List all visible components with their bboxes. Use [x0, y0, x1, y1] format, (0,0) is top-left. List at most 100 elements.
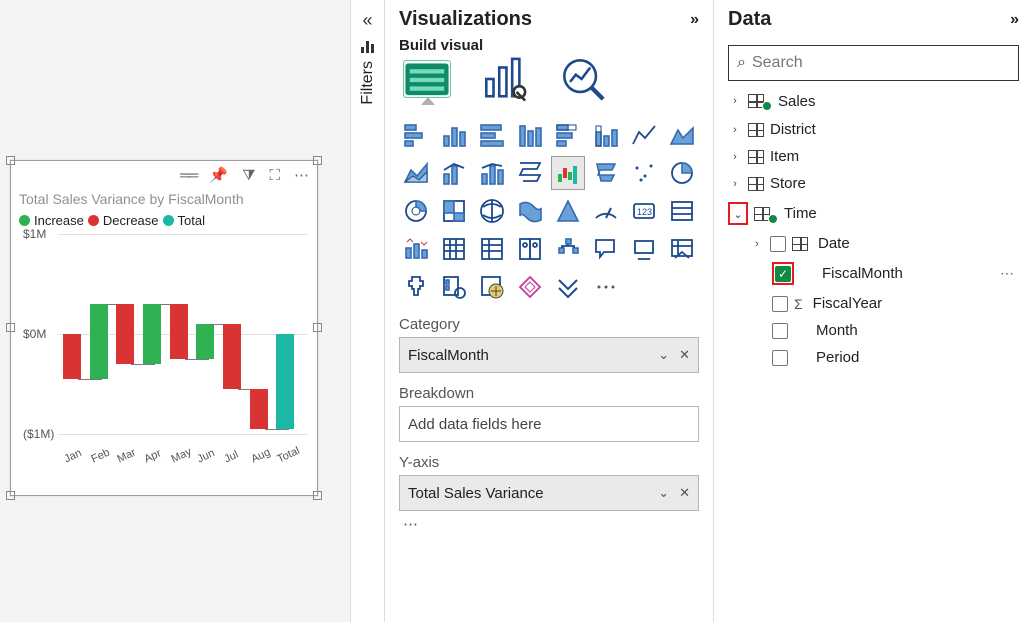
table-row[interactable]: ›Item — [728, 148, 1019, 165]
viz-type-button[interactable] — [665, 232, 699, 266]
visual-focus-icon[interactable]: ⛶ — [269, 167, 280, 184]
viz-type-button[interactable] — [627, 232, 661, 266]
tab-analytics[interactable] — [559, 60, 607, 98]
column-row[interactable]: Month — [728, 322, 1019, 339]
data-search-input[interactable] — [752, 54, 1010, 72]
viz-type-button[interactable] — [475, 232, 509, 266]
viz-type-button[interactable] — [399, 156, 433, 190]
waterfall-bar[interactable] — [223, 234, 241, 434]
resize-handle-e[interactable] — [313, 323, 322, 332]
viz-type-button[interactable] — [589, 194, 623, 228]
viz-type-button[interactable] — [665, 156, 699, 190]
viz-type-button[interactable] — [399, 270, 433, 304]
viz-type-button[interactable] — [437, 270, 471, 304]
column-row[interactable]: ✓FiscalMonth⋯ — [728, 262, 1019, 285]
yaxis-field-well[interactable]: Total Sales Variance ⌄ ✕ — [399, 475, 699, 511]
waterfall-bar[interactable] — [196, 234, 214, 434]
chevron-right-icon[interactable]: › — [728, 151, 742, 163]
viz-type-button[interactable] — [437, 156, 471, 190]
viz-type-button[interactable] — [551, 232, 585, 266]
remove-field-icon[interactable]: ✕ — [679, 347, 690, 363]
column-row[interactable]: ›Date — [728, 235, 1019, 252]
visual-filter-icon[interactable]: ⧩ — [242, 167, 255, 184]
breakdown-field-well[interactable]: Add data fields here — [399, 406, 699, 442]
chevron-right-icon[interactable]: › — [750, 238, 764, 250]
waterfall-bar[interactable] — [63, 234, 81, 434]
viz-type-button[interactable] — [437, 194, 471, 228]
chevron-right-icon[interactable]: › — [728, 95, 742, 107]
viz-type-button[interactable] — [399, 118, 433, 152]
field-checkbox[interactable] — [772, 350, 788, 366]
viz-type-button[interactable] — [399, 232, 433, 266]
viz-type-button[interactable] — [513, 194, 547, 228]
collapse-visualizations-icon[interactable]: » — [690, 11, 699, 29]
field-checkbox[interactable] — [772, 296, 788, 312]
viz-type-button[interactable] — [399, 194, 433, 228]
resize-handle-se[interactable] — [313, 491, 322, 500]
viz-type-button[interactable] — [589, 232, 623, 266]
visual-pin-icon[interactable]: 📌 — [209, 166, 228, 184]
field-checkbox[interactable] — [770, 236, 786, 252]
viz-type-button[interactable] — [627, 156, 661, 190]
remove-field-icon[interactable]: ✕ — [679, 485, 690, 501]
report-canvas[interactable]: ══ 📌 ⧩ ⛶ ⋯ Total Sales Variance by Fisca… — [0, 0, 350, 622]
viz-type-button[interactable] — [513, 232, 547, 266]
category-field-well[interactable]: FiscalMonth ⌄ ✕ — [399, 337, 699, 373]
viz-type-button[interactable] — [589, 270, 623, 304]
field-checkbox[interactable]: ✓ — [775, 266, 791, 282]
viz-type-button[interactable] — [627, 118, 661, 152]
viz-type-button[interactable] — [551, 270, 585, 304]
viz-type-button[interactable] — [475, 270, 509, 304]
breakdown-placeholder: Add data fields here — [408, 416, 541, 433]
chevron-down-icon[interactable]: ⌄ — [658, 347, 669, 363]
table-row[interactable]: ›Store — [728, 175, 1019, 192]
visual-drilldown-icon[interactable]: ══ — [180, 167, 195, 184]
waterfall-bar[interactable] — [90, 234, 108, 434]
visual-more-icon[interactable]: ⋯ — [294, 166, 309, 184]
data-search-box[interactable]: ⌕ — [728, 45, 1019, 81]
more-options-icon[interactable]: ⋯ — [399, 515, 699, 533]
chevron-down-icon[interactable]: ⌄ — [731, 208, 745, 221]
expand-pane-icon[interactable]: « — [362, 10, 372, 31]
waterfall-bar[interactable] — [250, 234, 268, 434]
column-row[interactable]: Period — [728, 349, 1019, 366]
tab-format-visual[interactable] — [481, 60, 529, 98]
resize-handle-ne[interactable] — [313, 156, 322, 165]
resize-handle-w[interactable] — [6, 323, 15, 332]
viz-type-button[interactable] — [437, 232, 471, 266]
chevron-right-icon[interactable]: › — [728, 178, 742, 190]
viz-type-button[interactable] — [513, 118, 547, 152]
viz-type-button[interactable] — [475, 156, 509, 190]
waterfall-bar[interactable] — [170, 234, 188, 434]
viz-type-button[interactable] — [437, 118, 471, 152]
viz-type-button[interactable]: 123 — [627, 194, 661, 228]
resize-handle-sw[interactable] — [6, 491, 15, 500]
viz-type-button[interactable] — [551, 118, 585, 152]
column-row[interactable]: ΣFiscalYear — [728, 295, 1019, 312]
viz-type-button[interactable] — [551, 156, 585, 190]
resize-handle-nw[interactable] — [6, 156, 15, 165]
field-checkbox[interactable] — [772, 323, 788, 339]
waterfall-bar[interactable] — [143, 234, 161, 434]
viz-type-button[interactable] — [551, 194, 585, 228]
waterfall-bar[interactable] — [116, 234, 134, 434]
viz-type-button[interactable] — [475, 194, 509, 228]
table-row[interactable]: ›Sales — [728, 91, 1019, 111]
column-more-icon[interactable]: ⋯ — [1000, 265, 1019, 282]
tab-build-visual[interactable] — [403, 60, 451, 98]
filters-pane-collapsed[interactable]: « Filters — [350, 0, 385, 622]
viz-type-button[interactable] — [589, 118, 623, 152]
viz-type-button[interactable] — [513, 156, 547, 190]
waterfall-bar[interactable] — [276, 234, 294, 434]
viz-type-button[interactable] — [475, 118, 509, 152]
viz-type-button[interactable] — [665, 118, 699, 152]
viz-type-button[interactable] — [665, 194, 699, 228]
waterfall-visual[interactable]: ══ 📌 ⧩ ⛶ ⋯ Total Sales Variance by Fisca… — [10, 160, 318, 496]
viz-type-button[interactable] — [589, 156, 623, 190]
chevron-down-icon[interactable]: ⌄ — [658, 485, 669, 501]
chevron-right-icon[interactable]: › — [728, 124, 742, 136]
viz-type-button[interactable] — [513, 270, 547, 304]
table-row[interactable]: ⌄Time — [728, 202, 1019, 225]
collapse-data-icon[interactable]: » — [1010, 11, 1019, 29]
table-row[interactable]: ›District — [728, 121, 1019, 138]
